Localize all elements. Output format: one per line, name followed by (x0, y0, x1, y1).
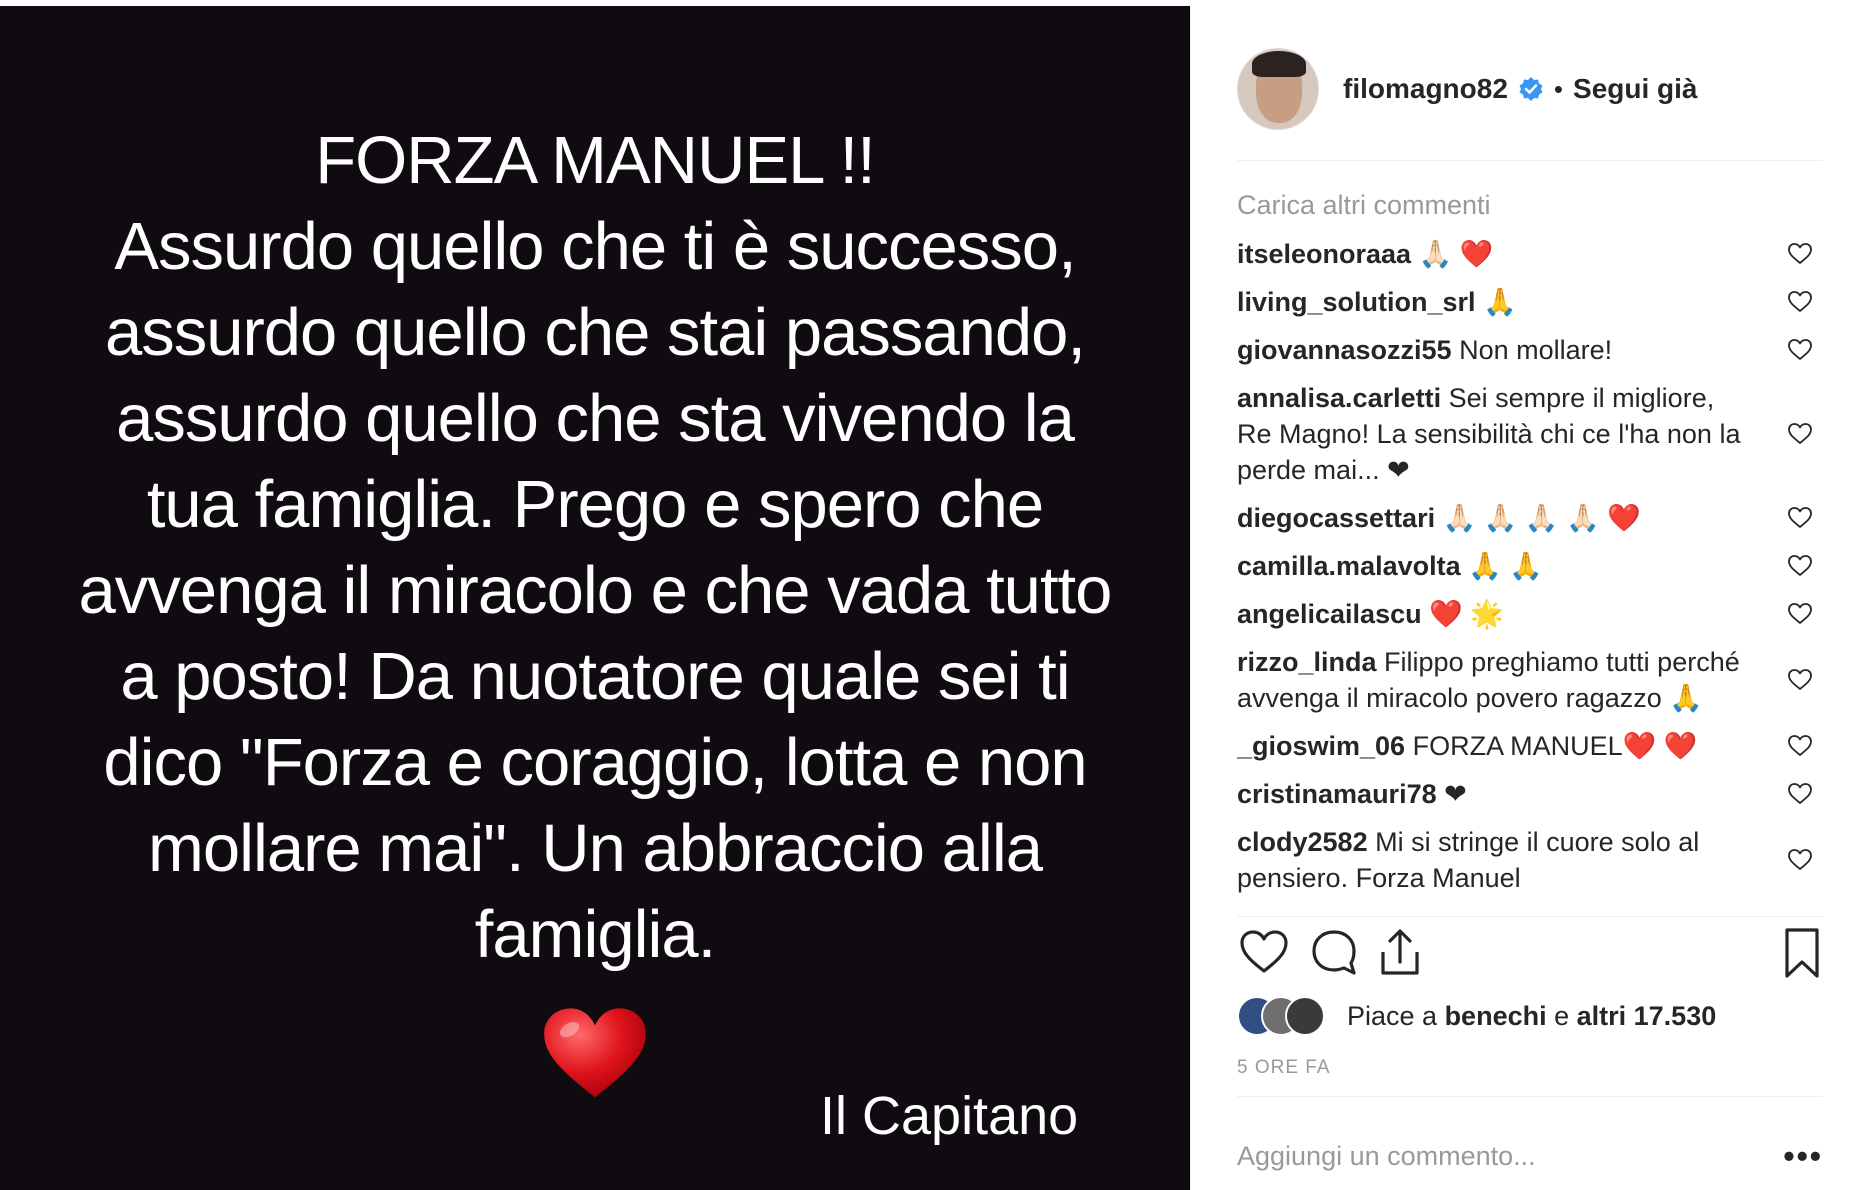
comment-item: camilla.malavolta 🙏 🙏 (1237, 548, 1823, 584)
following-button[interactable]: Segui già (1573, 73, 1697, 105)
comment-item: _gioswim_06 FORZA MANUEL❤️ ❤️ (1237, 728, 1823, 764)
avatar[interactable] (1237, 48, 1319, 130)
comment-author-link[interactable]: _gioswim_06 (1237, 731, 1405, 761)
comment-author-link[interactable]: clody2582 (1237, 827, 1368, 857)
comment-like-heart-icon[interactable] (1787, 733, 1813, 759)
post-header: filomagno82 • Segui già (1237, 46, 1827, 132)
add-comment-bar: ••• (1237, 1136, 1823, 1176)
comment-bubble-icon[interactable] (1307, 926, 1361, 980)
more-options-icon[interactable]: ••• (1783, 1138, 1823, 1175)
post-timestamp[interactable]: 5 ORE FA (1237, 1057, 1331, 1079)
comment-like-heart-icon[interactable] (1787, 847, 1813, 873)
comment-text: Non mollare! (1459, 335, 1613, 365)
footer-divider (1237, 1096, 1823, 1097)
likes-text[interactable]: Piace a benechi e altri 17.530 (1347, 1001, 1716, 1032)
comment-item: annalisa.carletti Sei sempre il migliore… (1237, 380, 1823, 488)
comment-author-link[interactable]: rizzo_linda (1237, 647, 1377, 677)
comment-like-heart-icon[interactable] (1787, 241, 1813, 267)
comment-text: FORZA MANUEL❤️ ❤️ (1412, 731, 1698, 761)
bookmark-icon[interactable] (1775, 926, 1829, 980)
post-image[interactable]: FORZA MANUEL !! Assurdo quello che ti è … (0, 6, 1190, 1190)
first-liker-link[interactable]: benechi (1445, 1001, 1547, 1031)
comment-like-heart-icon[interactable] (1787, 421, 1813, 447)
comment-text: 🙏🏻 🙏🏻 🙏🏻 🙏🏻 ❤️ (1442, 503, 1641, 533)
separator-dot: • (1553, 73, 1564, 104)
header-divider (1237, 160, 1823, 161)
action-bar (1237, 926, 1823, 986)
comment-like-heart-icon[interactable] (1787, 505, 1813, 531)
comment-author-link[interactable]: camilla.malavolta (1237, 551, 1461, 581)
comment-item: diegocassettari 🙏🏻 🙏🏻 🙏🏻 🙏🏻 ❤️ (1237, 500, 1823, 536)
likes-summary: Piace a benechi e altri 17.530 (1237, 996, 1716, 1036)
liker-avatar (1285, 996, 1325, 1036)
comment-item: clody2582 Mi si stringe il cuore solo al… (1237, 824, 1823, 896)
likes-count-link[interactable]: altri 17.530 (1577, 1001, 1717, 1031)
post-heading: FORZA MANUEL !! (315, 123, 876, 198)
comment-author-link[interactable]: angelicailascu (1237, 599, 1422, 629)
post-signature: Il Capitano (820, 1086, 1079, 1146)
likes-middle: e (1546, 1000, 1577, 1031)
comment-item: itseleonoraaa 🙏🏻 ❤️ (1237, 236, 1823, 272)
comment-author-link[interactable]: annalisa.carletti (1237, 383, 1441, 413)
comment-author-link[interactable]: living_solution_srl (1237, 287, 1476, 317)
comment-author-link[interactable]: cristinamauri78 (1237, 779, 1437, 809)
comment-like-heart-icon[interactable] (1787, 337, 1813, 363)
comments-list[interactable]: itseleonoraaa 🙏🏻 ❤️ living_solution_srl 🙏… (1237, 236, 1823, 916)
comment-text: ❤ (1444, 779, 1467, 809)
comment-item: living_solution_srl 🙏 (1237, 284, 1823, 320)
avatar-hair (1252, 51, 1306, 77)
comment-text: ❤️ 🌟 (1429, 599, 1504, 629)
comment-like-heart-icon[interactable] (1787, 289, 1813, 315)
comment-author-link[interactable]: giovannasozzi55 (1237, 335, 1452, 365)
comment-item: cristinamauri78 ❤ (1237, 776, 1823, 812)
verified-badge-icon (1519, 77, 1543, 101)
load-more-comments-link[interactable]: Carica altri commenti (1237, 190, 1491, 221)
comment-text: 🙏 🙏 (1468, 551, 1543, 581)
liker-avatars (1237, 996, 1347, 1036)
likes-prefix: Piace a (1347, 1000, 1445, 1031)
comments-divider (1237, 916, 1823, 917)
post-body-text: Assurdo quello che ti è successo, assurd… (78, 209, 1113, 972)
comment-text: 🙏🏻 ❤️ (1418, 239, 1494, 269)
comment-author-link[interactable]: diegocassettari (1237, 503, 1435, 533)
comment-like-heart-icon[interactable] (1787, 667, 1813, 693)
comment-author-link[interactable]: itseleonoraaa (1237, 239, 1411, 269)
comment-input[interactable] (1237, 1140, 1784, 1172)
heart-outline-icon[interactable] (1237, 926, 1291, 980)
comment-item: giovannasozzi55 Non mollare! (1237, 332, 1823, 368)
share-upload-icon[interactable] (1373, 926, 1427, 980)
comment-text: 🙏 (1483, 287, 1517, 317)
comment-item: rizzo_linda Filippo preghiamo tutti perc… (1237, 644, 1823, 716)
username-link[interactable]: filomagno82 (1343, 73, 1508, 105)
comment-like-heart-icon[interactable] (1787, 553, 1813, 579)
red-heart-emoji-icon (544, 1008, 646, 1098)
post-sidebar: filomagno82 • Segui già Carica altri com… (1190, 6, 1860, 1190)
comment-like-heart-icon[interactable] (1787, 781, 1813, 807)
comment-item: angelicailascu ❤️ 🌟 (1237, 596, 1823, 632)
comment-like-heart-icon[interactable] (1787, 601, 1813, 627)
